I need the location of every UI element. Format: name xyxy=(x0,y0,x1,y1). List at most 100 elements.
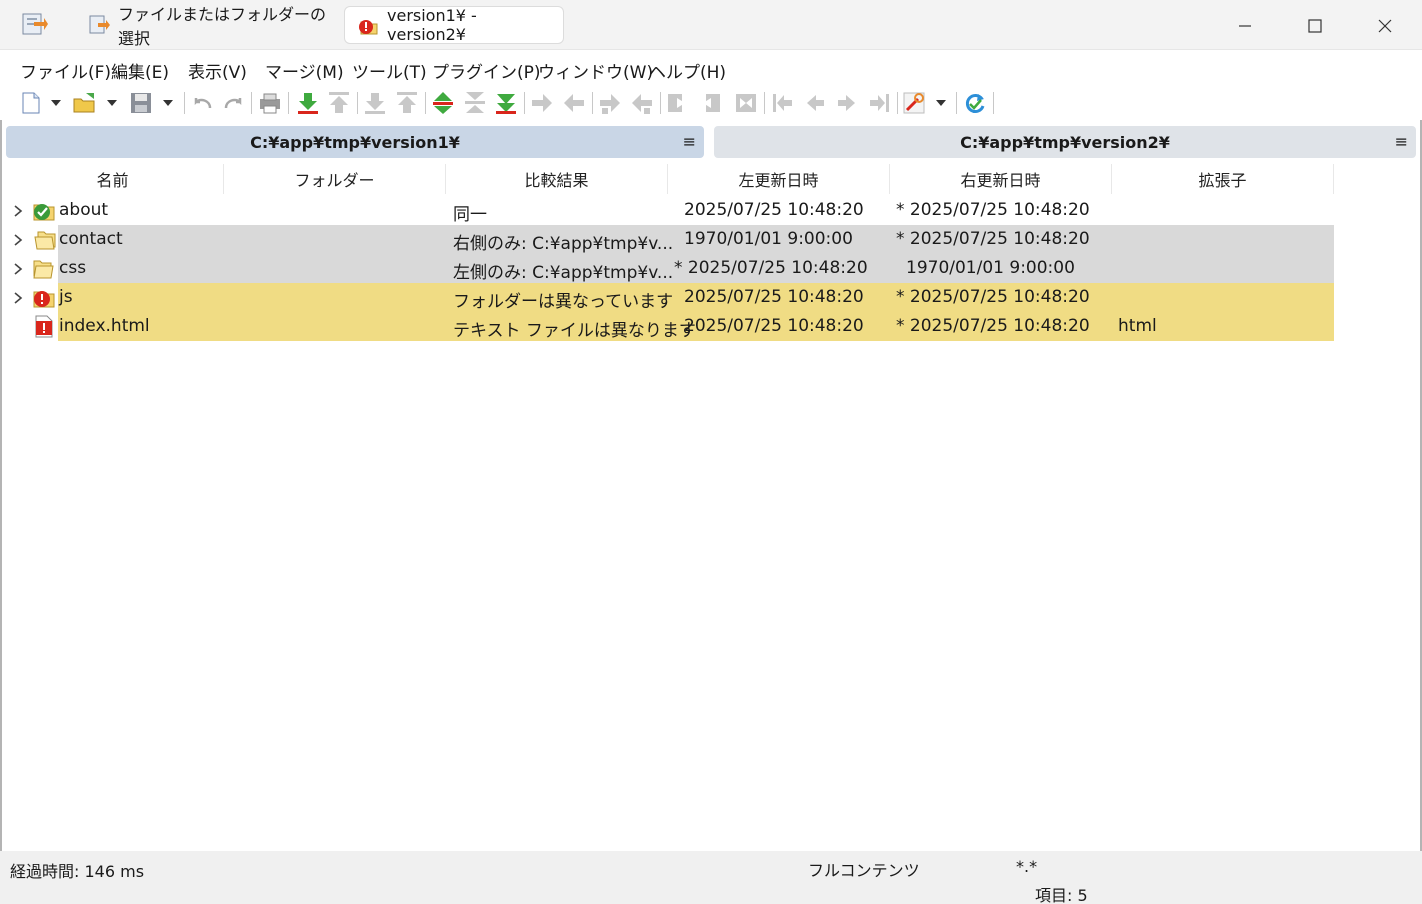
column-extension[interactable]: 拡張子 xyxy=(1112,164,1334,194)
tab-select-files[interactable]: ファイルまたはフォルダーの選択 xyxy=(76,5,338,48)
options-tools-icon[interactable] xyxy=(901,90,927,116)
copy-all-right-icon[interactable] xyxy=(665,90,691,116)
new-document-icon[interactable] xyxy=(18,90,44,116)
menu-help[interactable]: ヘルプ(H) xyxy=(649,58,726,83)
prev-diff-icon[interactable] xyxy=(326,90,352,116)
copy-right-icon[interactable] xyxy=(529,90,555,116)
left-path-menu-icon[interactable]: ≡ xyxy=(683,132,696,151)
column-right-date[interactable]: 右更新日時 xyxy=(890,164,1112,194)
cell-left-date: 2025/07/25 10:48:20 xyxy=(684,200,864,220)
status-bar: 経過時間: 146 ms フルコンテンツ *.* 項目: 5 xyxy=(0,851,1422,904)
tab-label: ファイルまたはフォルダーの選択 xyxy=(118,5,327,48)
prev-file-icon[interactable] xyxy=(802,90,828,116)
all-diff-down-icon[interactable] xyxy=(493,90,519,116)
toolbar-separator xyxy=(251,92,252,114)
column-folder[interactable]: フォルダー xyxy=(224,164,446,194)
cell-right-date: 1970/01/01 9:00:00 xyxy=(906,258,1075,278)
cell-extension: html xyxy=(1118,316,1157,336)
save-icon[interactable] xyxy=(128,90,154,116)
cell-right-date: * 2025/07/25 10:48:20 xyxy=(896,229,1090,249)
cell-name: contact xyxy=(59,229,123,249)
close-button[interactable] xyxy=(1362,6,1408,46)
cell-result: 左側のみ: C:¥app¥tmp¥v... xyxy=(453,263,674,283)
all-diff-up-icon[interactable] xyxy=(430,90,456,116)
tab-version-compare[interactable]: version1¥ - version2¥ xyxy=(344,6,564,44)
file-compare-icon xyxy=(88,14,110,36)
next-file-icon[interactable] xyxy=(834,90,860,116)
chevron-down-icon[interactable] xyxy=(163,100,173,106)
table-row[interactable]: js フォルダーは異なっています 2025/07/25 10:48:20 * 2… xyxy=(2,283,1420,312)
folder-identical-icon xyxy=(32,199,56,222)
cell-result: テキスト ファイルは異なります xyxy=(453,321,696,341)
column-left-date[interactable]: 左更新日時 xyxy=(668,164,890,194)
chevron-down-icon[interactable] xyxy=(936,100,946,106)
chevron-down-icon[interactable] xyxy=(107,100,117,106)
copy-all-left-icon[interactable] xyxy=(697,90,723,116)
copy-right-advance-icon[interactable] xyxy=(597,90,623,116)
menu-tools[interactable]: ツール(T) xyxy=(352,58,427,83)
open-folder-icon[interactable] xyxy=(72,90,98,116)
toolbar-separator xyxy=(288,92,289,114)
toolbar xyxy=(0,86,1422,120)
toolbar-separator xyxy=(897,92,898,114)
menu-plugins[interactable]: プラグイン(P) xyxy=(432,58,541,83)
print-icon[interactable] xyxy=(257,90,283,116)
chevron-right-icon[interactable] xyxy=(12,232,24,246)
cell-right-date: * 2025/07/25 10:48:20 xyxy=(896,316,1090,336)
maximize-button[interactable] xyxy=(1292,6,1338,46)
diff-warning-icon xyxy=(357,14,379,36)
right-path-header[interactable]: C:¥app¥tmp¥version2¥ ≡ xyxy=(714,126,1416,158)
toolbar-separator xyxy=(764,92,765,114)
column-name[interactable]: 名前 xyxy=(2,164,224,194)
close-icon xyxy=(1378,19,1392,33)
toolbar-separator xyxy=(956,92,957,114)
cell-name: index.html xyxy=(59,316,150,336)
menu-window[interactable]: ウィンドウ(W) xyxy=(538,58,653,83)
elapsed-time: 経過時間: 146 ms xyxy=(10,862,145,881)
redo-icon[interactable] xyxy=(220,90,246,116)
minimize-icon xyxy=(1239,25,1251,27)
toolbar-separator xyxy=(592,92,593,114)
cell-name: js xyxy=(59,287,73,307)
left-path-header[interactable]: C:¥app¥tmp¥version1¥ ≡ xyxy=(6,126,704,158)
column-header: 名前 フォルダー 比較結果 左更新日時 右更新日時 拡張子 xyxy=(2,164,1420,194)
minimize-button[interactable] xyxy=(1222,6,1268,46)
cell-result: 右側のみ: C:¥app¥tmp¥v... xyxy=(453,234,674,254)
first-diff-icon[interactable] xyxy=(394,90,420,116)
chevron-right-icon[interactable] xyxy=(12,261,24,275)
menu-view[interactable]: 表示(V) xyxy=(188,58,247,83)
next-diff-icon[interactable] xyxy=(295,90,321,116)
menu-merge[interactable]: マージ(M) xyxy=(265,58,344,83)
compare-method: フルコンテンツ xyxy=(808,861,920,880)
right-path-label: C:¥app¥tmp¥version2¥ xyxy=(960,132,1170,152)
undo-icon[interactable] xyxy=(190,90,216,116)
cell-right-date: * 2025/07/25 10:48:20 xyxy=(896,287,1090,307)
column-result[interactable]: 比較結果 xyxy=(446,164,668,194)
title-bar: ファイルまたはフォルダーの選択 version1¥ - version2¥ xyxy=(0,0,1422,50)
table-row[interactable]: index.html テキスト ファイルは異なります 2025/07/25 10… xyxy=(2,312,1420,341)
copy-left-icon[interactable] xyxy=(561,90,587,116)
table-row[interactable]: contact 右側のみ: C:¥app¥tmp¥v... 1970/01/01… xyxy=(2,225,1420,254)
copy-left-advance-icon[interactable] xyxy=(629,90,655,116)
chevron-right-icon[interactable] xyxy=(12,290,24,304)
file-filter: *.* xyxy=(1016,857,1038,876)
last-file-icon[interactable] xyxy=(866,90,892,116)
chevron-right-icon[interactable] xyxy=(12,203,24,217)
first-file-icon[interactable] xyxy=(770,90,796,116)
folder-different-icon xyxy=(32,286,56,309)
folder-right-only-icon xyxy=(32,228,56,251)
table-row[interactable]: css 左側のみ: C:¥app¥tmp¥v... * 2025/07/25 1… xyxy=(2,254,1420,283)
right-path-menu-icon[interactable]: ≡ xyxy=(1395,132,1408,151)
chevron-down-icon[interactable] xyxy=(51,100,61,106)
merge-both-icon[interactable] xyxy=(733,90,759,116)
menu-edit[interactable]: 編集(E) xyxy=(111,58,169,83)
maximize-icon xyxy=(1308,19,1322,33)
last-diff-icon[interactable] xyxy=(362,90,388,116)
table-row[interactable]: about 同一 2025/07/25 10:48:20 * 2025/07/2… xyxy=(2,196,1420,225)
cell-result: 同一 xyxy=(453,205,487,225)
current-diff-icon[interactable] xyxy=(462,90,488,116)
menu-file[interactable]: ファイル(F) xyxy=(20,58,111,83)
toolbar-separator xyxy=(660,92,661,114)
menu-bar: ファイル(F) 編集(E) 表示(V) マージ(M) ツール(T) プラグイン(… xyxy=(0,50,1422,86)
refresh-icon[interactable] xyxy=(962,90,988,116)
